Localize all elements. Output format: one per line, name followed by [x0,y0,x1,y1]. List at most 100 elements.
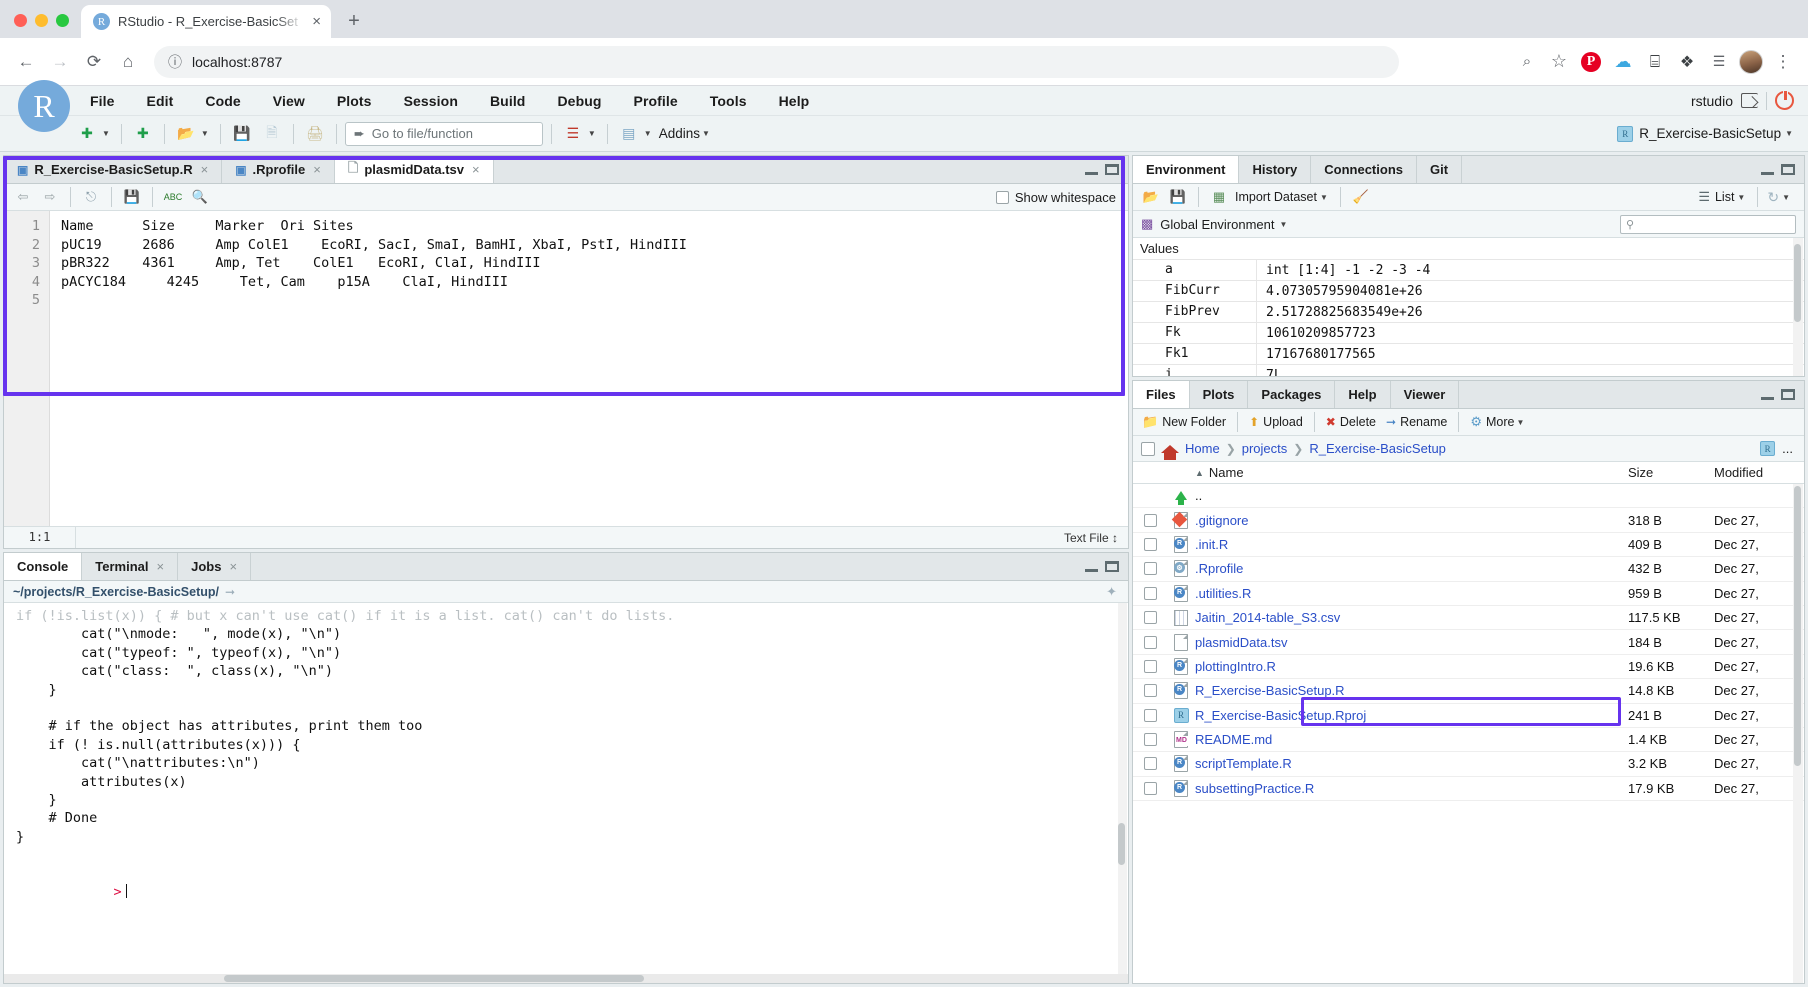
tab-plots[interactable]: Plots [1189,381,1249,408]
menu-plots[interactable]: Plots [321,86,388,116]
row-checkbox[interactable] [1143,708,1157,722]
maximize-pane-icon[interactable] [1781,389,1795,400]
close-icon[interactable]: × [312,14,321,29]
row-checkbox[interactable] [1143,537,1157,551]
browser-menu-icon[interactable]: ⋮ [1768,47,1798,77]
zoom-icon[interactable]: ⌕ [1512,47,1542,77]
menu-profile[interactable]: Profile [618,86,694,116]
tab-packages[interactable]: Packages [1248,381,1336,408]
upload-button[interactable]: ⬆ Upload [1246,415,1306,429]
row-checkbox[interactable] [1143,659,1157,673]
open-folder-icon[interactable]: 📂 [1140,187,1162,207]
address-bar[interactable]: ⓘ localhost:8787 [154,45,1399,78]
view-mode-button[interactable]: List [1715,190,1734,204]
open-file-icon[interactable]: 📂 [173,122,199,146]
clear-broom-icon[interactable]: 🧹 [1350,187,1372,207]
parent-directory-row[interactable]: .. [1133,484,1804,509]
bookmark-star-icon[interactable]: ☆ [1544,47,1574,77]
tab-console[interactable]: Console [4,553,83,580]
table-row[interactable]: .gitignore 318 B Dec 27, [1133,508,1804,533]
chevron-down-icon[interactable]: ▼ [102,129,110,138]
profile-avatar[interactable] [1736,47,1766,77]
home-folder-icon[interactable] [1161,444,1179,460]
select-all-checkbox[interactable] [1141,441,1155,456]
new-project-icon[interactable]: ✚ [130,122,156,146]
table-row[interactable]: R scriptTemplate.R 3.2 KB Dec 27, [1133,752,1804,777]
file-name[interactable]: R_Exercise-BasicSetup.R [1195,683,1628,698]
new-tab-button[interactable]: + [339,6,369,36]
menu-edit[interactable]: Edit [131,86,190,116]
tab-environment[interactable]: Environment [1133,156,1240,183]
menu-code[interactable]: Code [189,86,256,116]
tab-viewer[interactable]: Viewer [1390,381,1460,408]
environment-scope-selector[interactable]: ▩ Global Environment ▼ ⚲ [1133,211,1804,238]
file-name[interactable]: R_Exercise-BasicSetup.Rproj [1195,708,1628,723]
find-icon[interactable]: 🔍 [189,187,211,207]
file-name[interactable]: .utilities.R [1195,586,1628,601]
source-tab-plasmiddata[interactable]: 🗋 plasmidData.tsv × [334,156,494,183]
tab-git[interactable]: Git [1417,156,1463,183]
close-window-button[interactable] [14,14,27,27]
menu-debug[interactable]: Debug [541,86,617,116]
close-icon[interactable]: × [229,559,237,574]
row-checkbox[interactable] [1143,684,1157,698]
addins-button[interactable]: Addins [659,126,700,141]
column-header-size[interactable]: Size [1628,465,1714,480]
refresh-icon[interactable]: ↻ [1767,189,1779,206]
environment-row[interactable]: Fk1 17167680177565 [1133,343,1804,364]
close-icon[interactable]: × [472,162,480,177]
menu-view[interactable]: View [257,86,321,116]
sign-out-icon[interactable] [1741,93,1758,108]
info-icon[interactable]: ⓘ [168,52,182,72]
import-dataset-icon[interactable]: ▦ [1208,187,1230,207]
minimize-pane-icon[interactable] [1761,390,1774,400]
table-row[interactable]: R R_Exercise-BasicSetup.Rproj 241 B Dec … [1133,704,1804,728]
list-view-icon[interactable]: ☰ [1698,189,1710,205]
environment-scrollbar-thumb[interactable] [1794,244,1801,322]
table-row[interactable]: MD README.md 1.4 KB Dec 27, [1133,728,1804,753]
row-checkbox[interactable] [1143,562,1157,576]
breadcrumb-project[interactable]: R_Exercise-BasicSetup [1309,441,1446,456]
file-name[interactable]: .Rprofile [1195,561,1628,576]
import-dataset-button[interactable]: Import Dataset [1235,190,1317,204]
chevron-down-icon[interactable]: ▼ [588,129,596,138]
file-name[interactable]: plasmidData.tsv [1195,635,1628,650]
back-icon[interactable]: ⇦ [12,187,34,207]
console-scrollbar-track[interactable] [1118,603,1127,983]
close-icon[interactable]: × [201,162,209,177]
tab-connections[interactable]: Connections [1311,156,1417,183]
menu-help[interactable]: Help [763,86,826,116]
column-header-name[interactable]: ▲ Name [1133,465,1628,480]
chevron-down-icon[interactable]: ▼ [201,129,209,138]
table-row[interactable]: R .init.R 409 B Dec 27, [1133,533,1804,558]
maximize-pane-icon[interactable] [1105,164,1119,175]
extensions-puzzle-icon[interactable]: ❖ [1672,47,1702,77]
environment-row[interactable]: FibCurr 4.07305795904081e+26 [1133,280,1804,301]
row-checkbox[interactable] [1143,586,1157,600]
forward-icon[interactable]: ⇨ [39,187,61,207]
tab-jobs[interactable]: Jobs × [178,553,252,580]
file-name[interactable]: subsettingPractice.R [1195,781,1628,796]
menu-file[interactable]: File [74,86,131,116]
table-row[interactable]: R subsettingPractice.R 17.9 KB Dec 27, [1133,777,1804,802]
environment-row[interactable]: FibPrev 2.51728825683549e+26 [1133,301,1804,322]
playlist-icon[interactable]: ☰ [1704,47,1734,77]
menu-build[interactable]: Build [474,86,542,116]
breadcrumb-projects[interactable]: projects [1242,441,1288,456]
maximize-pane-icon[interactable] [1105,561,1119,572]
rproj-icon[interactable]: R [1760,441,1776,456]
row-checkbox[interactable] [1143,635,1157,649]
row-checkbox[interactable] [1143,733,1157,747]
row-checkbox[interactable] [1143,513,1157,527]
chevron-down-icon[interactable]: ▼ [1785,129,1793,138]
file-name[interactable]: Jaitin_2014-table_S3.csv [1195,610,1628,625]
files-scrollbar-thumb[interactable] [1794,486,1801,766]
chevron-down-icon[interactable]: ▼ [1737,193,1745,202]
console-horizontal-scrollbar[interactable] [4,974,1128,983]
source-tab-r-exercise[interactable]: ▣ R_Exercise-BasicSetup.R × [4,156,223,183]
home-icon[interactable]: ⌂ [112,46,144,78]
reading-list-icon[interactable]: ⌸ [1640,47,1670,77]
parent-directory-label[interactable]: .. [1195,488,1804,503]
breadcrumb-home[interactable]: Home [1185,441,1220,456]
minimize-pane-icon[interactable] [1085,562,1098,572]
